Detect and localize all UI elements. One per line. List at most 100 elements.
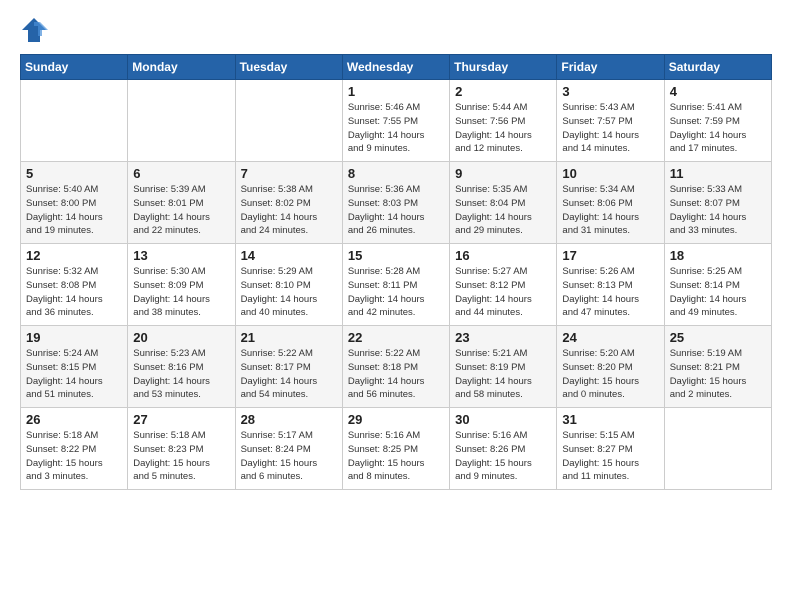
day-cell <box>235 80 342 162</box>
day-cell: 24 Sunrise: 5:20 AM Sunset: 8:20 PM Dayli… <box>557 326 664 408</box>
day-number: 12 <box>26 248 122 263</box>
day-number: 13 <box>133 248 229 263</box>
day-info: Sunrise: 5:26 AM Sunset: 8:13 PM Dayligh… <box>562 265 658 320</box>
day-info: Sunrise: 5:33 AM Sunset: 8:07 PM Dayligh… <box>670 183 766 238</box>
day-number: 5 <box>26 166 122 181</box>
day-info: Sunrise: 5:27 AM Sunset: 8:12 PM Dayligh… <box>455 265 551 320</box>
day-cell: 13 Sunrise: 5:30 AM Sunset: 8:09 PM Dayli… <box>128 244 235 326</box>
day-cell: 5 Sunrise: 5:40 AM Sunset: 8:00 PM Daylig… <box>21 162 128 244</box>
day-info: Sunrise: 5:24 AM Sunset: 8:15 PM Dayligh… <box>26 347 122 402</box>
day-number: 27 <box>133 412 229 427</box>
day-info: Sunrise: 5:38 AM Sunset: 8:02 PM Dayligh… <box>241 183 337 238</box>
calendar-page: SundayMondayTuesdayWednesdayThursdayFrid… <box>0 0 792 612</box>
day-cell: 15 Sunrise: 5:28 AM Sunset: 8:11 PM Dayli… <box>342 244 449 326</box>
day-info: Sunrise: 5:21 AM Sunset: 8:19 PM Dayligh… <box>455 347 551 402</box>
day-number: 31 <box>562 412 658 427</box>
day-cell: 12 Sunrise: 5:32 AM Sunset: 8:08 PM Dayli… <box>21 244 128 326</box>
day-cell: 3 Sunrise: 5:43 AM Sunset: 7:57 PM Daylig… <box>557 80 664 162</box>
week-row-5: 26 Sunrise: 5:18 AM Sunset: 8:22 PM Dayli… <box>21 408 772 490</box>
day-info: Sunrise: 5:28 AM Sunset: 8:11 PM Dayligh… <box>348 265 444 320</box>
day-cell: 7 Sunrise: 5:38 AM Sunset: 8:02 PM Daylig… <box>235 162 342 244</box>
day-number: 18 <box>670 248 766 263</box>
day-info: Sunrise: 5:36 AM Sunset: 8:03 PM Dayligh… <box>348 183 444 238</box>
day-number: 25 <box>670 330 766 345</box>
day-number: 3 <box>562 84 658 99</box>
week-row-4: 19 Sunrise: 5:24 AM Sunset: 8:15 PM Dayli… <box>21 326 772 408</box>
day-info: Sunrise: 5:40 AM Sunset: 8:00 PM Dayligh… <box>26 183 122 238</box>
day-cell: 18 Sunrise: 5:25 AM Sunset: 8:14 PM Dayli… <box>664 244 771 326</box>
day-header-saturday: Saturday <box>664 55 771 80</box>
day-info: Sunrise: 5:15 AM Sunset: 8:27 PM Dayligh… <box>562 429 658 484</box>
day-info: Sunrise: 5:29 AM Sunset: 8:10 PM Dayligh… <box>241 265 337 320</box>
day-number: 14 <box>241 248 337 263</box>
day-cell: 20 Sunrise: 5:23 AM Sunset: 8:16 PM Dayli… <box>128 326 235 408</box>
day-cell: 28 Sunrise: 5:17 AM Sunset: 8:24 PM Dayli… <box>235 408 342 490</box>
day-number: 1 <box>348 84 444 99</box>
day-number: 2 <box>455 84 551 99</box>
day-info: Sunrise: 5:34 AM Sunset: 8:06 PM Dayligh… <box>562 183 658 238</box>
day-cell <box>128 80 235 162</box>
calendar-table: SundayMondayTuesdayWednesdayThursdayFrid… <box>20 54 772 490</box>
day-cell: 31 Sunrise: 5:15 AM Sunset: 8:27 PM Dayli… <box>557 408 664 490</box>
day-number: 28 <box>241 412 337 427</box>
day-number: 15 <box>348 248 444 263</box>
day-number: 26 <box>26 412 122 427</box>
logo <box>20 16 52 44</box>
day-number: 7 <box>241 166 337 181</box>
week-row-3: 12 Sunrise: 5:32 AM Sunset: 8:08 PM Dayli… <box>21 244 772 326</box>
day-header-wednesday: Wednesday <box>342 55 449 80</box>
day-info: Sunrise: 5:44 AM Sunset: 7:56 PM Dayligh… <box>455 101 551 156</box>
day-info: Sunrise: 5:43 AM Sunset: 7:57 PM Dayligh… <box>562 101 658 156</box>
day-info: Sunrise: 5:16 AM Sunset: 8:26 PM Dayligh… <box>455 429 551 484</box>
day-number: 24 <box>562 330 658 345</box>
day-cell: 17 Sunrise: 5:26 AM Sunset: 8:13 PM Dayli… <box>557 244 664 326</box>
day-cell: 11Sunrise: 5:33 AM Sunset: 8:07 PM Dayli… <box>664 162 771 244</box>
day-cell: 25Sunrise: 5:19 AM Sunset: 8:21 PM Dayli… <box>664 326 771 408</box>
day-info: Sunrise: 5:25 AM Sunset: 8:14 PM Dayligh… <box>670 265 766 320</box>
day-number: 22 <box>348 330 444 345</box>
day-number: 30 <box>455 412 551 427</box>
day-cell: 8Sunrise: 5:36 AM Sunset: 8:03 PM Daylig… <box>342 162 449 244</box>
day-number: 20 <box>133 330 229 345</box>
day-cell: 22 Sunrise: 5:22 AM Sunset: 8:18 PM Dayli… <box>342 326 449 408</box>
day-cell: 26 Sunrise: 5:18 AM Sunset: 8:22 PM Dayli… <box>21 408 128 490</box>
day-cell: 6Sunrise: 5:39 AM Sunset: 8:01 PM Daylig… <box>128 162 235 244</box>
day-cell: 23 Sunrise: 5:21 AM Sunset: 8:19 PM Dayli… <box>450 326 557 408</box>
day-cell: 4Sunrise: 5:41 AM Sunset: 7:59 PM Daylig… <box>664 80 771 162</box>
day-info: Sunrise: 5:46 AM Sunset: 7:55 PM Dayligh… <box>348 101 444 156</box>
day-number: 17 <box>562 248 658 263</box>
day-cell: 2 Sunrise: 5:44 AM Sunset: 7:56 PM Daylig… <box>450 80 557 162</box>
day-number: 9 <box>455 166 551 181</box>
week-row-2: 5 Sunrise: 5:40 AM Sunset: 8:00 PM Daylig… <box>21 162 772 244</box>
day-cell: 16 Sunrise: 5:27 AM Sunset: 8:12 PM Dayli… <box>450 244 557 326</box>
header <box>20 16 772 44</box>
day-cell <box>664 408 771 490</box>
day-info: Sunrise: 5:41 AM Sunset: 7:59 PM Dayligh… <box>670 101 766 156</box>
day-info: Sunrise: 5:23 AM Sunset: 8:16 PM Dayligh… <box>133 347 229 402</box>
day-number: 29 <box>348 412 444 427</box>
day-number: 16 <box>455 248 551 263</box>
day-number: 19 <box>26 330 122 345</box>
day-info: Sunrise: 5:17 AM Sunset: 8:24 PM Dayligh… <box>241 429 337 484</box>
day-header-monday: Monday <box>128 55 235 80</box>
day-header-sunday: Sunday <box>21 55 128 80</box>
day-cell: 27Sunrise: 5:18 AM Sunset: 8:23 PM Dayli… <box>128 408 235 490</box>
day-info: Sunrise: 5:22 AM Sunset: 8:18 PM Dayligh… <box>348 347 444 402</box>
day-info: Sunrise: 5:20 AM Sunset: 8:20 PM Dayligh… <box>562 347 658 402</box>
day-cell: 10 Sunrise: 5:34 AM Sunset: 8:06 PM Dayli… <box>557 162 664 244</box>
day-info: Sunrise: 5:32 AM Sunset: 8:08 PM Dayligh… <box>26 265 122 320</box>
day-cell: 21 Sunrise: 5:22 AM Sunset: 8:17 PM Dayli… <box>235 326 342 408</box>
day-header-tuesday: Tuesday <box>235 55 342 80</box>
day-number: 10 <box>562 166 658 181</box>
calendar-body: 1 Sunrise: 5:46 AM Sunset: 7:55 PM Daylig… <box>21 80 772 490</box>
day-info: Sunrise: 5:35 AM Sunset: 8:04 PM Dayligh… <box>455 183 551 238</box>
day-number: 21 <box>241 330 337 345</box>
day-info: Sunrise: 5:30 AM Sunset: 8:09 PM Dayligh… <box>133 265 229 320</box>
day-info: Sunrise: 5:22 AM Sunset: 8:17 PM Dayligh… <box>241 347 337 402</box>
calendar-header: SundayMondayTuesdayWednesdayThursdayFrid… <box>21 55 772 80</box>
day-cell: 1 Sunrise: 5:46 AM Sunset: 7:55 PM Daylig… <box>342 80 449 162</box>
week-row-1: 1 Sunrise: 5:46 AM Sunset: 7:55 PM Daylig… <box>21 80 772 162</box>
day-number: 23 <box>455 330 551 345</box>
days-of-week-row: SundayMondayTuesdayWednesdayThursdayFrid… <box>21 55 772 80</box>
day-info: Sunrise: 5:18 AM Sunset: 8:22 PM Dayligh… <box>26 429 122 484</box>
